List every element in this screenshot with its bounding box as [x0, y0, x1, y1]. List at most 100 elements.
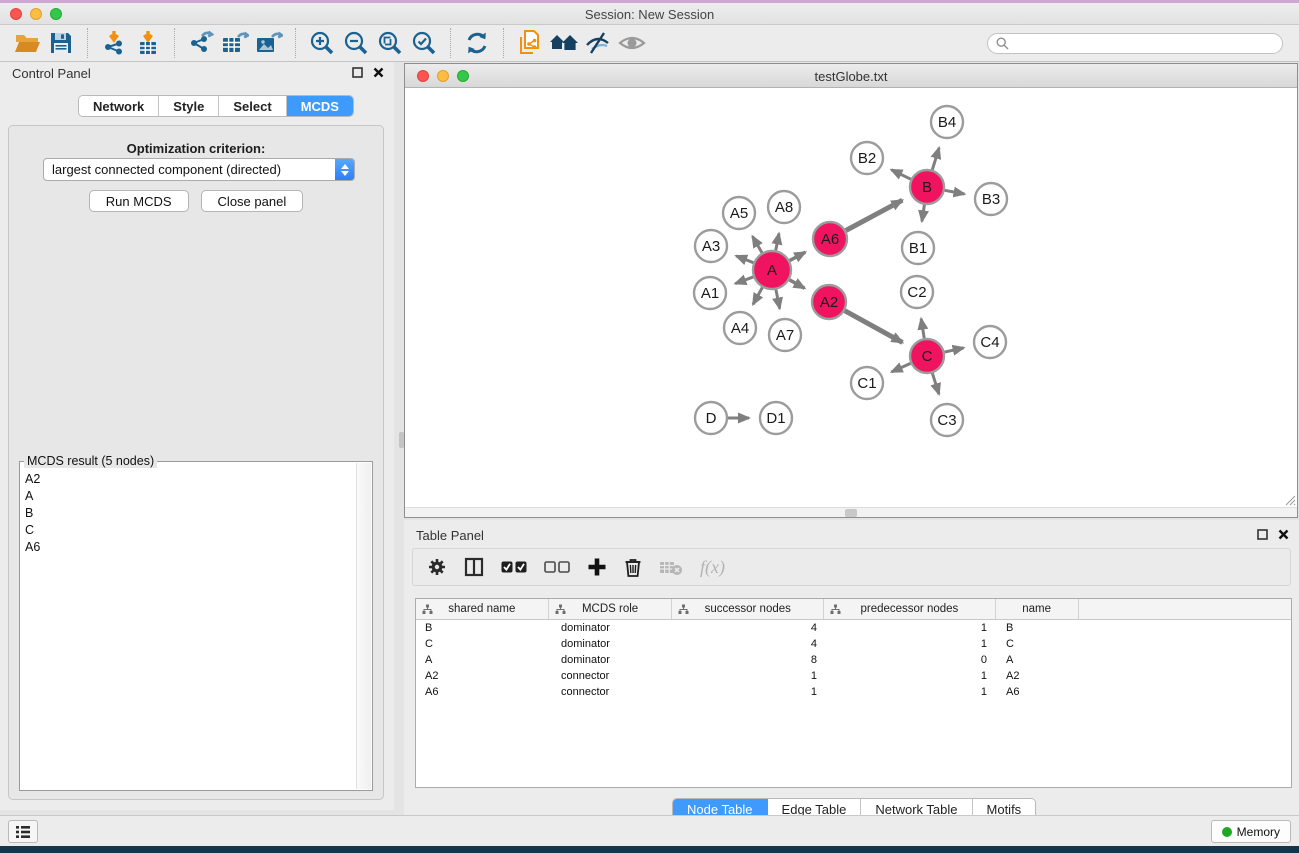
mcds-result-item[interactable]: A6	[21, 538, 355, 555]
table-cell[interactable]: A2	[997, 670, 1080, 682]
tab-select[interactable]: Select	[219, 96, 286, 116]
optimization-criterion-select[interactable]: largest connected component (directed)	[43, 158, 355, 181]
tab-network[interactable]: Network	[79, 96, 159, 116]
zoom-selected-icon[interactable]	[407, 28, 441, 58]
edge-B-B2[interactable]	[891, 170, 910, 179]
add-column-icon[interactable]	[587, 557, 607, 577]
resize-grip-icon[interactable]	[1283, 493, 1296, 506]
table-row[interactable]: A6connector11A6	[416, 684, 1291, 700]
open-file-icon[interactable]	[10, 28, 44, 58]
column-header-MCDS-role[interactable]: MCDS role	[549, 599, 673, 619]
network-hscrollbar[interactable]	[405, 507, 1297, 517]
zoom-out-icon[interactable]	[339, 28, 373, 58]
float-table-panel-icon[interactable]	[1257, 529, 1268, 540]
table-cell[interactable]: connector	[549, 686, 673, 698]
tab-mcds[interactable]: MCDS	[287, 96, 353, 116]
edge-A-A2[interactable]	[789, 280, 804, 289]
edge-A2-C[interactable]	[845, 311, 903, 343]
refresh-icon[interactable]	[460, 28, 494, 58]
table-cell[interactable]: 4	[673, 622, 825, 634]
export-image-icon[interactable]	[252, 28, 286, 58]
edge-A-A4[interactable]	[753, 288, 762, 305]
edge-C-C4[interactable]	[945, 348, 964, 352]
table-cell[interactable]: dominator	[549, 638, 673, 650]
table-cell[interactable]: 1	[825, 670, 997, 682]
edge-A-A3[interactable]	[736, 256, 753, 263]
table-cell[interactable]: 1	[825, 686, 997, 698]
home-icon[interactable]	[547, 28, 581, 58]
table-cell[interactable]: connector	[549, 670, 673, 682]
edge-A6-B[interactable]	[846, 200, 902, 230]
edge-A-A6[interactable]	[790, 252, 806, 260]
memory-button[interactable]: Memory	[1211, 820, 1291, 843]
float-panel-icon[interactable]	[352, 67, 363, 78]
table-cell[interactable]: 1	[825, 622, 997, 634]
table-cell[interactable]: dominator	[549, 654, 673, 666]
edge-B-B3[interactable]	[945, 190, 965, 194]
table-cell[interactable]: B	[416, 622, 549, 634]
table-cell[interactable]: A	[416, 654, 549, 666]
table-cell[interactable]: 1	[673, 670, 825, 682]
show-panel-icon[interactable]	[615, 28, 649, 58]
table-row[interactable]: Cdominator41C	[416, 636, 1291, 652]
table-row[interactable]: A2connector11A2	[416, 668, 1291, 684]
search-input[interactable]	[1014, 36, 1274, 50]
node-table[interactable]: shared nameMCDS rolesuccessor nodesprede…	[415, 598, 1292, 788]
table-cell[interactable]: 4	[673, 638, 825, 650]
column-header-shared-name[interactable]: shared name	[416, 599, 549, 619]
import-network-icon[interactable]	[97, 28, 131, 58]
tab-style[interactable]: Style	[159, 96, 219, 116]
edge-A-A8[interactable]	[776, 234, 779, 251]
export-network-icon[interactable]	[184, 28, 218, 58]
close-panel-button[interactable]: Close panel	[201, 190, 304, 212]
table-cell[interactable]: dominator	[549, 622, 673, 634]
table-cell[interactable]: A6	[416, 686, 549, 698]
network-window-titlebar[interactable]: testGlobe.txt	[405, 64, 1297, 88]
network-canvas[interactable]: B4B2BB3A5A8A6B1A3AC2A1A2A4A7C4CC1C3DD1	[405, 89, 1297, 507]
edge-B-B4[interactable]	[932, 148, 939, 170]
import-table-icon[interactable]	[131, 28, 165, 58]
table-cell[interactable]: A6	[997, 686, 1080, 698]
column-header-predecessor-nodes[interactable]: predecessor nodes	[824, 599, 996, 619]
save-session-icon[interactable]	[44, 28, 78, 58]
run-mcds-button[interactable]: Run MCDS	[89, 190, 189, 212]
unselect-all-columns-icon[interactable]	[544, 560, 570, 574]
edge-A-A1[interactable]	[735, 277, 753, 284]
table-cell[interactable]: A	[997, 654, 1080, 666]
close-panel-icon[interactable]	[373, 67, 384, 78]
table-cell[interactable]: 1	[825, 638, 997, 650]
edge-C-C3[interactable]	[932, 373, 939, 394]
network-graph[interactable]: B4B2BB3A5A8A6B1A3AC2A1A2A4A7C4CC1C3DD1	[405, 89, 1297, 507]
zoom-in-icon[interactable]	[305, 28, 339, 58]
mcds-list-scrollbar[interactable]	[356, 463, 371, 789]
edge-C-C1[interactable]	[892, 363, 911, 372]
function-builder-icon[interactable]: f(x)	[700, 557, 725, 578]
edge-A-A7[interactable]	[776, 290, 780, 309]
export-table-icon[interactable]	[218, 28, 252, 58]
column-header-successor-nodes[interactable]: successor nodes	[672, 599, 824, 619]
edge-A-A5[interactable]	[753, 236, 762, 252]
search-field[interactable]	[987, 33, 1283, 54]
table-cell[interactable]: 1	[673, 686, 825, 698]
select-all-columns-icon[interactable]	[501, 560, 527, 574]
mcds-result-list[interactable]: A2ABCA6	[21, 470, 355, 788]
duplicate-network-icon[interactable]	[513, 28, 547, 58]
table-cell[interactable]: C	[997, 638, 1080, 650]
table-cell[interactable]: A2	[416, 670, 549, 682]
hide-panel-icon[interactable]	[581, 28, 615, 58]
table-cell[interactable]: 8	[673, 654, 825, 666]
mcds-result-item[interactable]: A2	[21, 470, 355, 487]
table-cell[interactable]: B	[997, 622, 1080, 634]
table-cell[interactable]: C	[416, 638, 549, 650]
mcds-result-item[interactable]: A	[21, 487, 355, 504]
mcds-result-item[interactable]: C	[21, 521, 355, 538]
network-vscroll-thumb[interactable]	[399, 432, 404, 448]
table-row[interactable]: Bdominator41B	[416, 620, 1291, 636]
delete-columns-icon[interactable]	[624, 557, 642, 578]
edge-B-B1[interactable]	[922, 205, 924, 221]
task-history-button[interactable]	[8, 820, 38, 843]
edge-C-C2[interactable]	[921, 319, 924, 339]
gear-icon[interactable]	[427, 557, 447, 577]
table-cell[interactable]: 0	[825, 654, 997, 666]
delete-table-icon[interactable]	[659, 559, 683, 576]
